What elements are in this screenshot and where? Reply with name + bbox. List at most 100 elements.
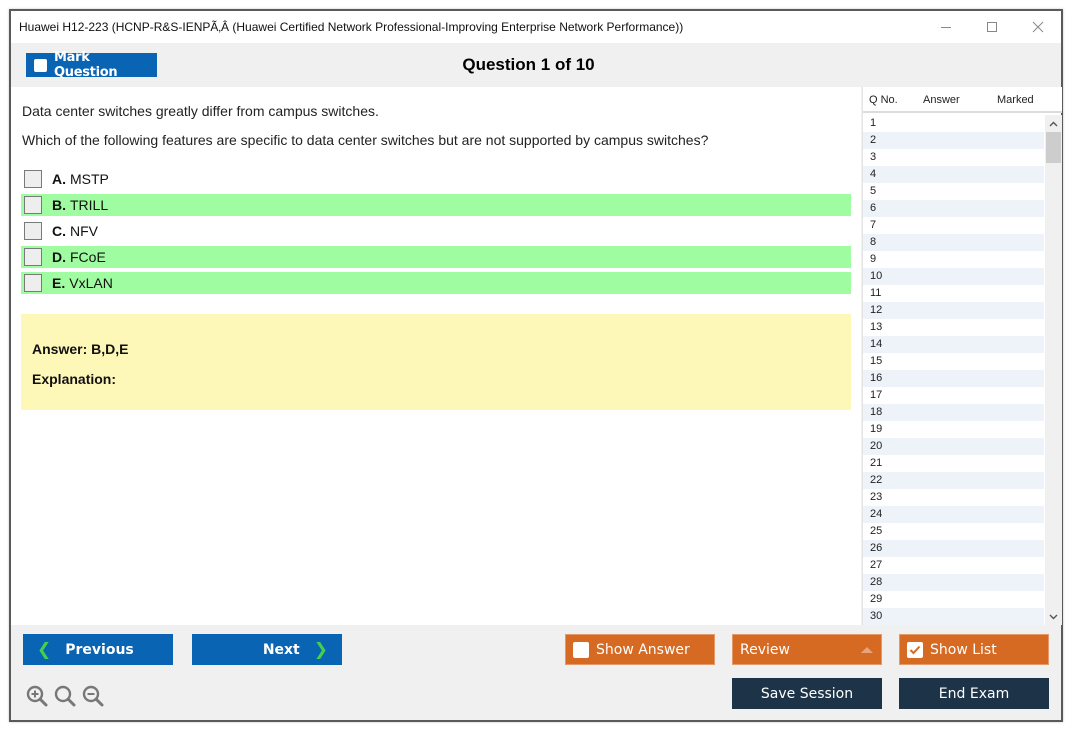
question-list-row[interactable]: 2 bbox=[863, 132, 1044, 149]
question-number: 1 bbox=[870, 117, 877, 129]
question-number: 20 bbox=[870, 440, 883, 452]
show-list-label: Show List bbox=[930, 641, 997, 658]
question-list-row[interactable]: 9 bbox=[863, 251, 1044, 268]
next-button[interactable]: Next ❯ bbox=[192, 634, 342, 665]
review-dropdown[interactable]: Review bbox=[732, 634, 882, 665]
option-letter: C. bbox=[52, 223, 66, 239]
checkmark-icon bbox=[909, 645, 921, 654]
show-list-checkbox[interactable] bbox=[907, 641, 923, 658]
question-number: 9 bbox=[870, 253, 877, 265]
question-list-row[interactable]: 29 bbox=[863, 591, 1044, 608]
column-qno[interactable]: Q No. bbox=[869, 94, 898, 106]
question-counter: Question 1 of 10 bbox=[462, 55, 595, 74]
question-list-row[interactable]: 24 bbox=[863, 506, 1044, 523]
question-list-row[interactable]: 25 bbox=[863, 523, 1044, 540]
chevron-up-icon bbox=[1049, 121, 1058, 126]
zoom-out-icon[interactable] bbox=[82, 685, 104, 707]
question-number: 2 bbox=[870, 134, 877, 146]
question-number: 7 bbox=[870, 219, 877, 231]
answer-text: Answer: B,D,E bbox=[32, 341, 129, 357]
option-checkbox[interactable] bbox=[24, 274, 42, 292]
zoom-in-icon[interactable] bbox=[26, 685, 48, 707]
question-number: 15 bbox=[870, 355, 883, 367]
question-number: 17 bbox=[870, 389, 883, 401]
minimize-button[interactable] bbox=[923, 11, 969, 43]
review-label: Review bbox=[740, 641, 790, 658]
option-c[interactable]: C. NFV bbox=[21, 220, 851, 242]
option-text: TRILL bbox=[70, 197, 109, 213]
question-list-row[interactable]: 7 bbox=[863, 217, 1044, 234]
question-number: 5 bbox=[870, 185, 877, 197]
question-list-row[interactable]: 14 bbox=[863, 336, 1044, 353]
option-text: FCoE bbox=[70, 249, 106, 265]
question-number: 22 bbox=[870, 474, 883, 486]
question-list-row[interactable]: 6 bbox=[863, 200, 1044, 217]
show-list-button[interactable]: Show List bbox=[899, 634, 1049, 665]
chevron-down-icon bbox=[1049, 614, 1058, 619]
option-a[interactable]: A. MSTP bbox=[21, 168, 851, 190]
previous-button[interactable]: ❮ Previous bbox=[23, 634, 173, 665]
column-marked[interactable]: Marked bbox=[997, 94, 1034, 106]
save-session-button[interactable]: Save Session bbox=[732, 678, 882, 709]
question-list-scrollbar[interactable] bbox=[1045, 115, 1062, 625]
chevron-right-icon: ❯ bbox=[313, 639, 328, 660]
question-list-row[interactable]: 11 bbox=[863, 285, 1044, 302]
question-number: 26 bbox=[870, 542, 883, 554]
option-text: MSTP bbox=[70, 171, 109, 187]
question-list-row[interactable]: 12 bbox=[863, 302, 1044, 319]
question-list-row[interactable]: 22 bbox=[863, 472, 1044, 489]
option-checkbox[interactable] bbox=[24, 248, 42, 266]
question-list-row[interactable]: 20 bbox=[863, 438, 1044, 455]
question-list-row[interactable]: 5 bbox=[863, 183, 1044, 200]
question-number: 28 bbox=[870, 576, 883, 588]
option-checkbox[interactable] bbox=[24, 170, 42, 188]
minimize-icon bbox=[941, 27, 951, 28]
option-e[interactable]: E. VxLAN bbox=[21, 272, 851, 294]
question-list-row[interactable]: 21 bbox=[863, 455, 1044, 472]
option-letter: B. bbox=[52, 197, 66, 213]
next-label: Next bbox=[262, 641, 300, 658]
option-checkbox[interactable] bbox=[24, 222, 42, 240]
window-controls bbox=[923, 11, 1061, 43]
title-bar: Huawei H12-223 (HCNP-R&S-IENPÃ‚Â (Huawei… bbox=[11, 11, 1061, 43]
question-list-row[interactable]: 15 bbox=[863, 353, 1044, 370]
maximize-button[interactable] bbox=[969, 11, 1015, 43]
scroll-up-button[interactable] bbox=[1045, 115, 1062, 132]
end-exam-button[interactable]: End Exam bbox=[899, 678, 1049, 709]
question-list-row[interactable]: 28 bbox=[863, 574, 1044, 591]
question-list-row[interactable]: 23 bbox=[863, 489, 1044, 506]
question-list-row[interactable]: 16 bbox=[863, 370, 1044, 387]
question-header: Mark Question Question 1 of 10 bbox=[11, 43, 1061, 87]
end-exam-label: End Exam bbox=[938, 685, 1010, 702]
question-list-row[interactable]: 18 bbox=[863, 404, 1044, 421]
question-number: 29 bbox=[870, 593, 883, 605]
question-number: 14 bbox=[870, 338, 883, 350]
show-answer-checkbox[interactable] bbox=[573, 641, 589, 658]
question-list-row[interactable]: 27 bbox=[863, 557, 1044, 574]
question-list-row[interactable]: 4 bbox=[863, 166, 1044, 183]
question-list-row[interactable]: 30 bbox=[863, 608, 1044, 625]
question-number: 23 bbox=[870, 491, 883, 503]
zoom-reset-icon[interactable] bbox=[54, 685, 76, 707]
question-list-row[interactable]: 10 bbox=[863, 268, 1044, 285]
question-list-row[interactable]: 17 bbox=[863, 387, 1044, 404]
option-b[interactable]: B. TRILL bbox=[21, 194, 851, 216]
column-answer[interactable]: Answer bbox=[923, 94, 960, 106]
question-number: 27 bbox=[870, 559, 883, 571]
scroll-down-button[interactable] bbox=[1045, 608, 1062, 625]
show-answer-button[interactable]: Show Answer bbox=[565, 634, 715, 665]
close-button[interactable] bbox=[1015, 11, 1061, 43]
question-list-row[interactable]: 8 bbox=[863, 234, 1044, 251]
option-checkbox[interactable] bbox=[24, 196, 42, 214]
scroll-thumb[interactable] bbox=[1046, 132, 1061, 163]
question-list-row[interactable]: 13 bbox=[863, 319, 1044, 336]
question-list-row[interactable]: 1 bbox=[863, 115, 1044, 132]
question-number: 30 bbox=[870, 610, 883, 622]
question-number: 21 bbox=[870, 457, 883, 469]
question-list-row[interactable]: 26 bbox=[863, 540, 1044, 557]
question-list-row[interactable]: 19 bbox=[863, 421, 1044, 438]
window-title: Huawei H12-223 (HCNP-R&S-IENPÃ‚Â (Huawei… bbox=[19, 20, 684, 34]
option-d[interactable]: D. FCoE bbox=[21, 246, 851, 268]
question-list-panel: Q No. Answer Marked 1 2 3 4 5 6 7 8 9 10 11 12 13 14 1… bbox=[862, 87, 1062, 625]
question-list-row[interactable]: 3 bbox=[863, 149, 1044, 166]
